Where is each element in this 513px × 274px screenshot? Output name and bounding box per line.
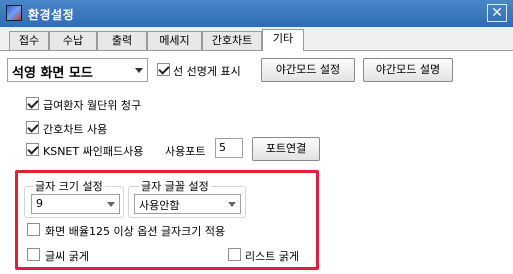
ksnet-checkbox[interactable]: [26, 143, 39, 156]
display-mode-value: 석영 화면 모드: [12, 66, 93, 81]
app-icon: [6, 5, 22, 21]
show-name-label: 선 선명게 표시: [173, 65, 241, 78]
display-mode-select[interactable]: 석영 화면 모드: [7, 58, 148, 82]
ksnet-label: KSNET 싸인패드사용: [43, 145, 144, 158]
monthly-claim-label: 급여환자 월단위 청구: [43, 99, 142, 112]
night-mode-description-button[interactable]: 야간모드 설명: [363, 58, 453, 82]
tab-payment[interactable]: 수납: [49, 31, 97, 50]
highlight-box: [15, 170, 319, 270]
tab-etc[interactable]: 기타: [262, 29, 304, 51]
tab-nursing-chart[interactable]: 간호차트: [202, 31, 262, 50]
nursing-chart-checkbox[interactable]: [26, 121, 39, 134]
tab-message[interactable]: 메세지: [147, 31, 202, 50]
nursing-chart-label: 간호차트 사용: [43, 123, 108, 136]
title-bar: 환경설정 ✕: [0, 0, 513, 27]
port-connect-button[interactable]: 포트연결: [252, 137, 320, 161]
tab-print[interactable]: 출력: [97, 31, 147, 50]
window-title: 환경설정: [28, 8, 75, 22]
close-button[interactable]: ✕: [487, 4, 507, 22]
tab-reception[interactable]: 접수: [9, 31, 49, 50]
port-label: 사용포트: [165, 145, 206, 158]
show-name-checkbox[interactable]: [157, 63, 170, 76]
monthly-claim-checkbox[interactable]: [26, 97, 39, 110]
chevron-down-icon: [135, 68, 143, 73]
night-mode-settings-button[interactable]: 야간모드 설정: [261, 58, 355, 82]
port-input[interactable]: 5: [215, 138, 243, 158]
tab-strip: 접수 수납 출력 메세지 간호차트 기타: [0, 29, 513, 51]
